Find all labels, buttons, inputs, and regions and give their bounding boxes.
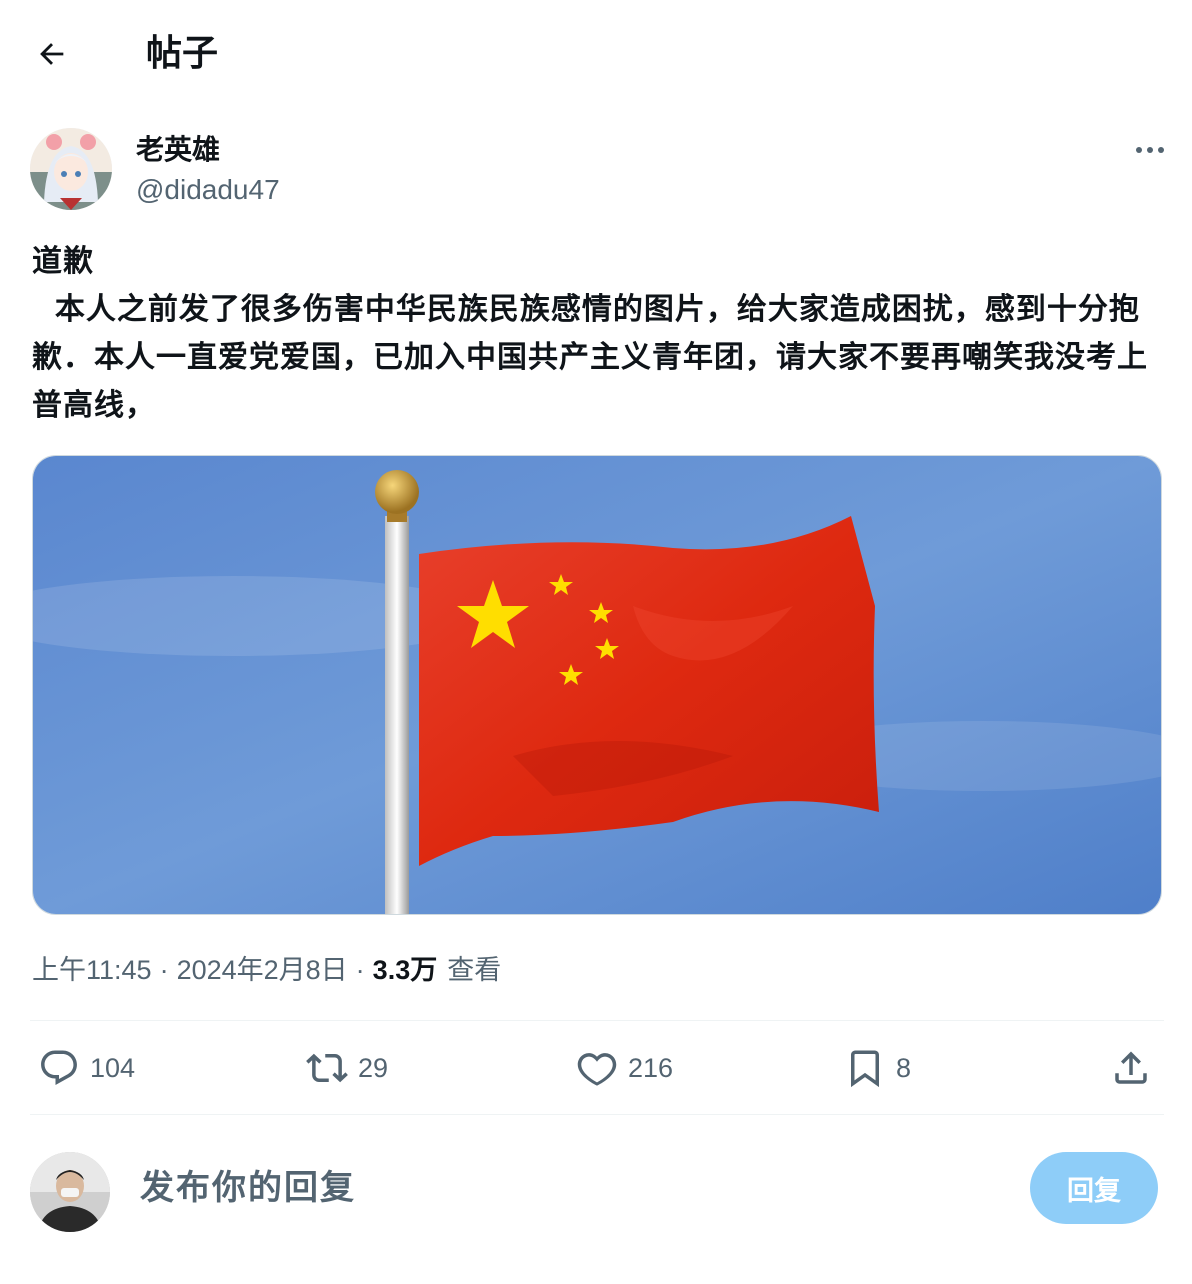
views-count: 3.3万	[372, 955, 438, 985]
bookmark-icon	[851, 1050, 879, 1088]
repost-button[interactable]: 29	[306, 1046, 388, 1090]
separator: ·	[159, 955, 169, 985]
share-button[interactable]	[1110, 1046, 1152, 1090]
bookmark-count: 8	[896, 1052, 912, 1083]
like-button[interactable]: 216	[576, 1046, 673, 1090]
post-text: 道歉 本人之前发了很多伤害中华民族民族感情的图片，给大家造成困扰，感到十分抱歉．…	[32, 244, 1148, 423]
current-user-avatar[interactable]	[30, 1152, 110, 1232]
author-display-name[interactable]: 老英雄	[136, 132, 220, 168]
divider	[30, 1114, 1164, 1115]
reply-bubble-icon	[41, 1050, 77, 1085]
heart-icon	[577, 1053, 617, 1086]
top-bar: 帖子	[0, 0, 1192, 106]
repost-count: 29	[358, 1052, 389, 1083]
repost-icon	[306, 1053, 348, 1083]
author-avatar[interactable]	[30, 128, 112, 210]
bookmark-button[interactable]: 8	[844, 1046, 911, 1090]
post-image[interactable]	[32, 455, 1162, 915]
share-upload-icon	[1115, 1051, 1147, 1084]
divider	[30, 1020, 1164, 1021]
reply-submit-button[interactable]: 回复	[1030, 1152, 1158, 1224]
post-meta: 上午11:45 · 2024年2月8日 · 3.3万 查看	[32, 950, 501, 990]
reply-input[interactable]: 发布你的回复	[140, 1164, 840, 1212]
reply-count: 104	[90, 1052, 136, 1083]
reply-button[interactable]: 104	[38, 1046, 135, 1090]
post-author: 老英雄 @didadu47	[30, 128, 1170, 212]
post-time[interactable]: 上午11:45	[32, 950, 152, 990]
back-button[interactable]	[30, 32, 74, 76]
more-horizontal-icon	[1136, 147, 1142, 153]
author-handle[interactable]: @didadu47	[136, 172, 280, 208]
action-bar: 104 29 216 8	[30, 1022, 1164, 1114]
views-label: 查看	[447, 955, 502, 985]
more-options-button[interactable]	[1130, 136, 1170, 164]
like-count: 216	[628, 1052, 674, 1083]
arrow-left-icon	[40, 43, 64, 65]
reply-composer: 发布你的回复 回复	[30, 1150, 1164, 1240]
page-title: 帖子	[146, 33, 219, 74]
separator: ·	[355, 955, 365, 985]
post-date[interactable]: 2024年2月8日	[177, 950, 348, 990]
